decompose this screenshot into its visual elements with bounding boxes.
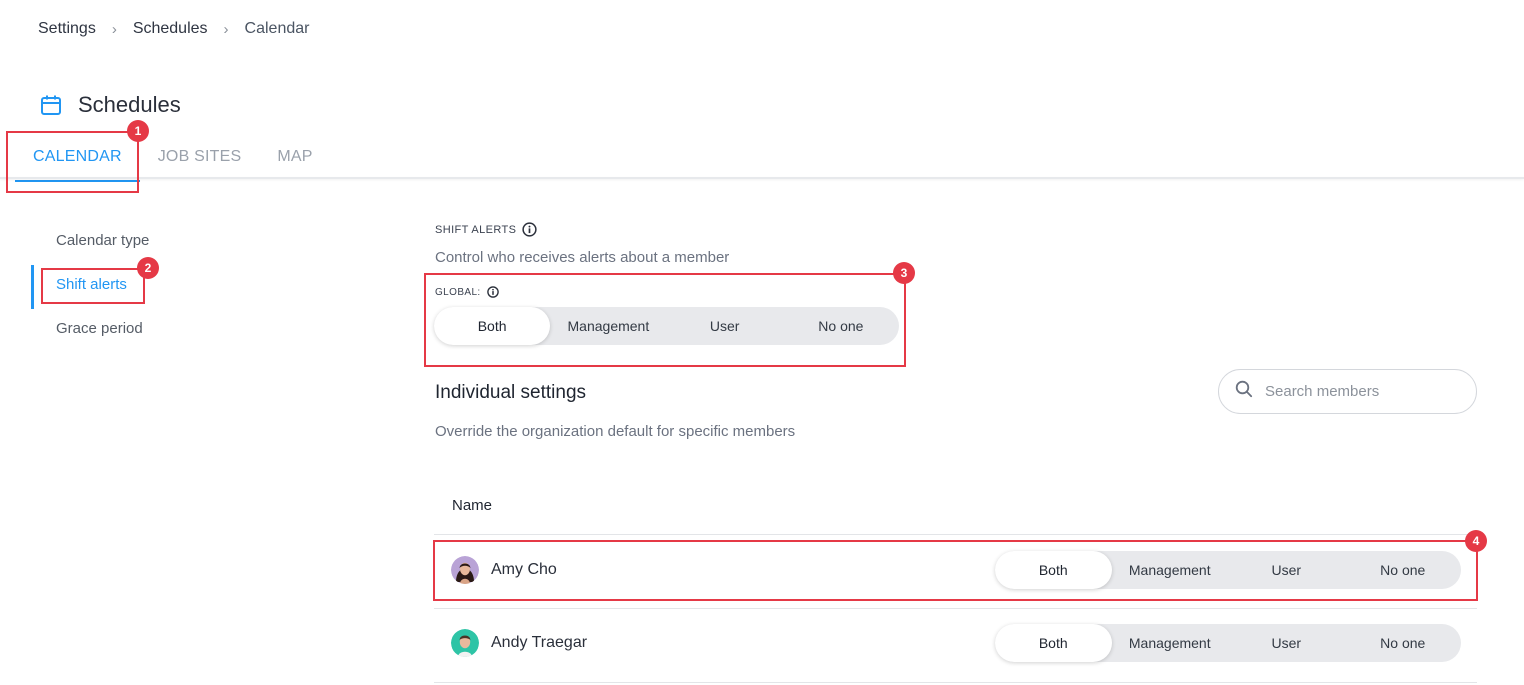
- individual-settings-title: Individual settings: [435, 382, 587, 403]
- member-option-no-one[interactable]: No one: [1345, 624, 1462, 662]
- annotation-badge-3: 3: [893, 262, 915, 284]
- page-title-text: Schedules: [78, 92, 181, 117]
- tab-map[interactable]: MAP: [259, 140, 330, 182]
- annotation-badge-4: 4: [1465, 530, 1487, 552]
- tabs-divider: [0, 177, 1524, 179]
- search-icon: [1235, 380, 1253, 403]
- breadcrumb-calendar: Calendar: [244, 20, 310, 37]
- table-row: Andy Traegar Both Management User No one: [434, 614, 1477, 672]
- table-divider: [434, 682, 1477, 683]
- tab-job-sites[interactable]: JOB SITES: [140, 140, 260, 182]
- chevron-right-icon: ›: [111, 20, 117, 38]
- shift-alerts-label: SHIFT ALERTS: [435, 223, 517, 236]
- annotation-box-3: [424, 273, 906, 367]
- breadcrumb-schedules[interactable]: Schedules: [133, 20, 208, 38]
- annotation-box-1: [6, 131, 139, 193]
- avatar: [451, 629, 479, 657]
- table-divider: [434, 608, 1477, 609]
- page-title: Schedules: [40, 92, 181, 118]
- member-option-user[interactable]: User: [1228, 624, 1345, 662]
- column-header-name: Name: [452, 497, 493, 514]
- annotation-box-2: [41, 268, 145, 304]
- member-alert-selector: Both Management User No one: [995, 624, 1461, 662]
- shift-alerts-description: Control who receives alerts about a memb…: [435, 249, 730, 266]
- breadcrumb-settings[interactable]: Settings: [38, 20, 96, 38]
- search-input[interactable]: [1265, 383, 1455, 400]
- chevron-right-icon: ›: [223, 20, 229, 38]
- breadcrumb: Settings › Schedules › Calendar: [38, 20, 309, 38]
- annotation-box-4: [433, 540, 1478, 601]
- shift-alerts-heading: SHIFT ALERTS: [435, 222, 538, 237]
- annotation-badge-1: 1: [127, 120, 149, 142]
- table-divider: [434, 534, 1477, 535]
- individual-settings-description: Override the organization default for sp…: [435, 423, 796, 440]
- side-nav-calendar-type[interactable]: Calendar type: [31, 222, 149, 266]
- annotation-badge-2: 2: [137, 257, 159, 279]
- search-members: [1218, 369, 1477, 414]
- info-icon[interactable]: [522, 222, 538, 237]
- member-option-management[interactable]: Management: [1112, 624, 1229, 662]
- member-name: Andy Traegar: [491, 634, 588, 651]
- side-nav-grace-period[interactable]: Grace period: [31, 310, 149, 354]
- member-option-both[interactable]: Both: [995, 624, 1112, 662]
- calendar-icon: [40, 94, 62, 116]
